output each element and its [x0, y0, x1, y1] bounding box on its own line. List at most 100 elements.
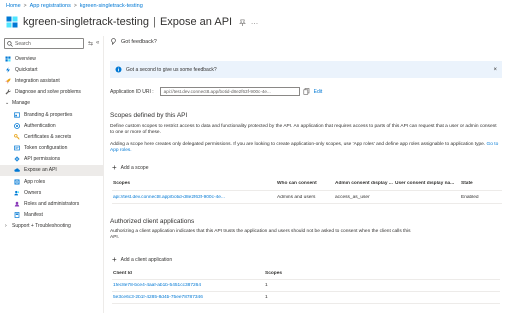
sidebar-item-label: Manifest: [24, 212, 43, 219]
sidebar-item-authentication[interactable]: Authentication: [0, 120, 103, 131]
sidebar-item-label: Manage: [12, 100, 31, 107]
search-icon: [7, 40, 13, 47]
sidebar-section-support[interactable]: › Support + Troubleshooting: [0, 221, 103, 232]
column-header: Admin consent display ...: [335, 181, 393, 186]
title-divider: |: [153, 16, 156, 28]
sidebar-nav: Overview Quickstart Integration assistan…: [0, 53, 103, 232]
scope-link[interactable]: api://test.dev.connect8.app/botid-d8e2f6…: [112, 195, 276, 200]
scopes-title: Scopes defined by this API: [110, 112, 188, 119]
breadcrumb-app[interactable]: kgreen-singletrack-testing: [80, 3, 143, 9]
app-name: kgreen-singletrack-testing: [23, 16, 149, 28]
scopes-description: Define custom scopes to restrict access …: [110, 124, 497, 136]
clients-title: Authorized client applications: [110, 218, 195, 225]
banner-text[interactable]: Got a second to give us some feedback?: [126, 67, 217, 73]
sidebar-item-label: Quickstart: [15, 66, 38, 73]
sidebar-item-quickstart[interactable]: Quickstart: [0, 64, 103, 75]
table-cell: Admins and users: [277, 194, 316, 200]
sidebar-item-diagnose[interactable]: Diagnose and solve problems: [0, 87, 103, 98]
sidebar-item-api-permissions[interactable]: API permissions: [0, 154, 103, 165]
feedback-icon: [111, 38, 116, 45]
page-title: kgreen-singletrack-testing | Expose an A…: [23, 16, 232, 28]
sidebar-item-manifest[interactable]: Manifest: [0, 210, 103, 221]
sidebar-item-certificates[interactable]: Certificates & secrets: [0, 131, 103, 142]
app-id-label: Application ID URI :: [110, 88, 154, 95]
wrench-icon: [5, 89, 11, 95]
page-name: Expose an API: [159, 16, 233, 28]
sidebar-item-label: Authentication: [24, 122, 56, 129]
feedback-button[interactable]: Got feedback?: [110, 38, 157, 45]
cloud-icon: [14, 168, 20, 173]
sidebar-item-label: Branding & properties: [24, 111, 73, 118]
breadcrumb-separator: >: [73, 3, 77, 9]
feedback-banner: Got a second to give us some feedback? ×: [110, 61, 502, 78]
admin-icon: [14, 201, 20, 207]
clients-table: Client Id Scopes 1fec8e78-bce4-4aaf-ab1b…: [112, 267, 500, 304]
scopes-note-text: Adding a scope here creates only delegat…: [110, 142, 486, 147]
sidebar-item-label: Roles and administrators: [24, 201, 80, 208]
add-client-button[interactable]: + Add a client application: [112, 256, 172, 264]
table-row: api://test.dev.connect8.app/botid-d8e2f6…: [112, 191, 502, 204]
table-row: 5e3ce6c3-2b1f-4285-8d4b-75ee78787346 1: [112, 292, 500, 304]
table-cell: Enabled: [461, 194, 479, 200]
app-id-value: api://test.dev.connect8.app/botid-d8e2f6…: [163, 89, 271, 94]
sidebar-item-branding[interactable]: Branding & properties: [0, 109, 103, 120]
add-scope-button[interactable]: + Add a scope: [112, 164, 148, 172]
client-id-link[interactable]: 1fec8e78-bce4-4aaf-ab1b-5451cc387264: [112, 283, 264, 288]
edit-link[interactable]: Edit: [314, 89, 323, 95]
client-id-link[interactable]: 5e3ce6c3-2b1f-4285-8d4b-75ee78787346: [112, 295, 264, 300]
plus-icon: +: [112, 255, 117, 264]
pin-icon[interactable]: [239, 19, 247, 26]
quickstart-icon: [6, 67, 10, 73]
scopes-note: Adding a scope here creates only delegat…: [110, 142, 500, 155]
sidebar-item-integration-assistant[interactable]: Integration assistant: [0, 75, 103, 86]
app-registration-icon: [6, 16, 18, 28]
sidebar-item-roles-administrators[interactable]: Roles and administrators: [0, 198, 103, 209]
breadcrumb-separator: >: [23, 3, 27, 9]
search-input[interactable]: [15, 40, 81, 47]
permissions-icon: [14, 156, 20, 162]
breadcrumb-app-registrations[interactable]: App registrations: [30, 3, 71, 9]
expand-icon[interactable]: ⇆: [88, 40, 93, 47]
overview-icon: [5, 56, 11, 62]
sidebar-item-overview[interactable]: Overview: [0, 53, 103, 64]
sidebar-item-label: Diagnose and solve problems: [15, 89, 81, 96]
sidebar-item-token-configuration[interactable]: Token configuration: [0, 143, 103, 154]
column-header: Scopes: [265, 270, 283, 276]
copy-icon[interactable]: [303, 88, 310, 95]
branding-icon: [14, 111, 20, 118]
sidebar-item-label: Token configuration: [24, 145, 68, 152]
column-header: Scopes: [113, 181, 131, 186]
auth-icon: [14, 122, 20, 129]
table-cell: 1: [265, 295, 268, 300]
add-client-label: Add a client application: [120, 257, 173, 263]
more-options-button[interactable]: ...: [251, 19, 258, 26]
chevron-right-icon: ›: [5, 223, 7, 230]
sidebar-item-label: Certificates & secrets: [24, 133, 72, 140]
clients-description: Authorizing a client application indicat…: [110, 229, 411, 241]
sidebar-item-label: Expose an API: [24, 167, 57, 174]
sidebar-item-app-roles[interactable]: App roles: [0, 176, 103, 187]
sidebar-item-label: Support + Troubleshooting: [12, 223, 71, 230]
table-cell: 1: [265, 283, 268, 288]
close-icon[interactable]: ×: [493, 67, 497, 73]
sidebar-section-manage[interactable]: ⌄ Manage: [0, 98, 103, 109]
collapse-sidebar-button[interactable]: «: [96, 40, 99, 46]
key-icon: [14, 134, 20, 140]
table-cell: access_as_user: [335, 194, 370, 200]
roles-icon: [14, 179, 20, 185]
chevron-down-icon: ⌄: [5, 100, 10, 107]
sidebar-item-owners[interactable]: Owners: [0, 187, 103, 198]
sidebar-item-label: Integration assistant: [15, 77, 60, 84]
info-icon: [115, 66, 122, 73]
breadcrumb: Home > App registrations > kgreen-single…: [6, 3, 143, 9]
search-box[interactable]: [4, 38, 84, 49]
application-id-uri: Application ID URI : api://test.dev.conn…: [110, 87, 322, 96]
owners-icon: [14, 190, 20, 196]
add-scope-label: Add a scope: [120, 165, 149, 171]
sidebar-item-expose-an-api[interactable]: Expose an API: [0, 164, 103, 177]
app-id-field[interactable]: api://test.dev.connect8.app/botid-d8e2f6…: [159, 87, 300, 96]
table-row: 1fec8e78-bce4-4aaf-ab1b-5451cc387264 1: [112, 280, 500, 292]
breadcrumb-home[interactable]: Home: [6, 3, 21, 9]
page-header: kgreen-singletrack-testing | Expose an A…: [6, 13, 506, 31]
sidebar: ⇆ « Overview Quickstart Integration assi…: [0, 36, 104, 313]
